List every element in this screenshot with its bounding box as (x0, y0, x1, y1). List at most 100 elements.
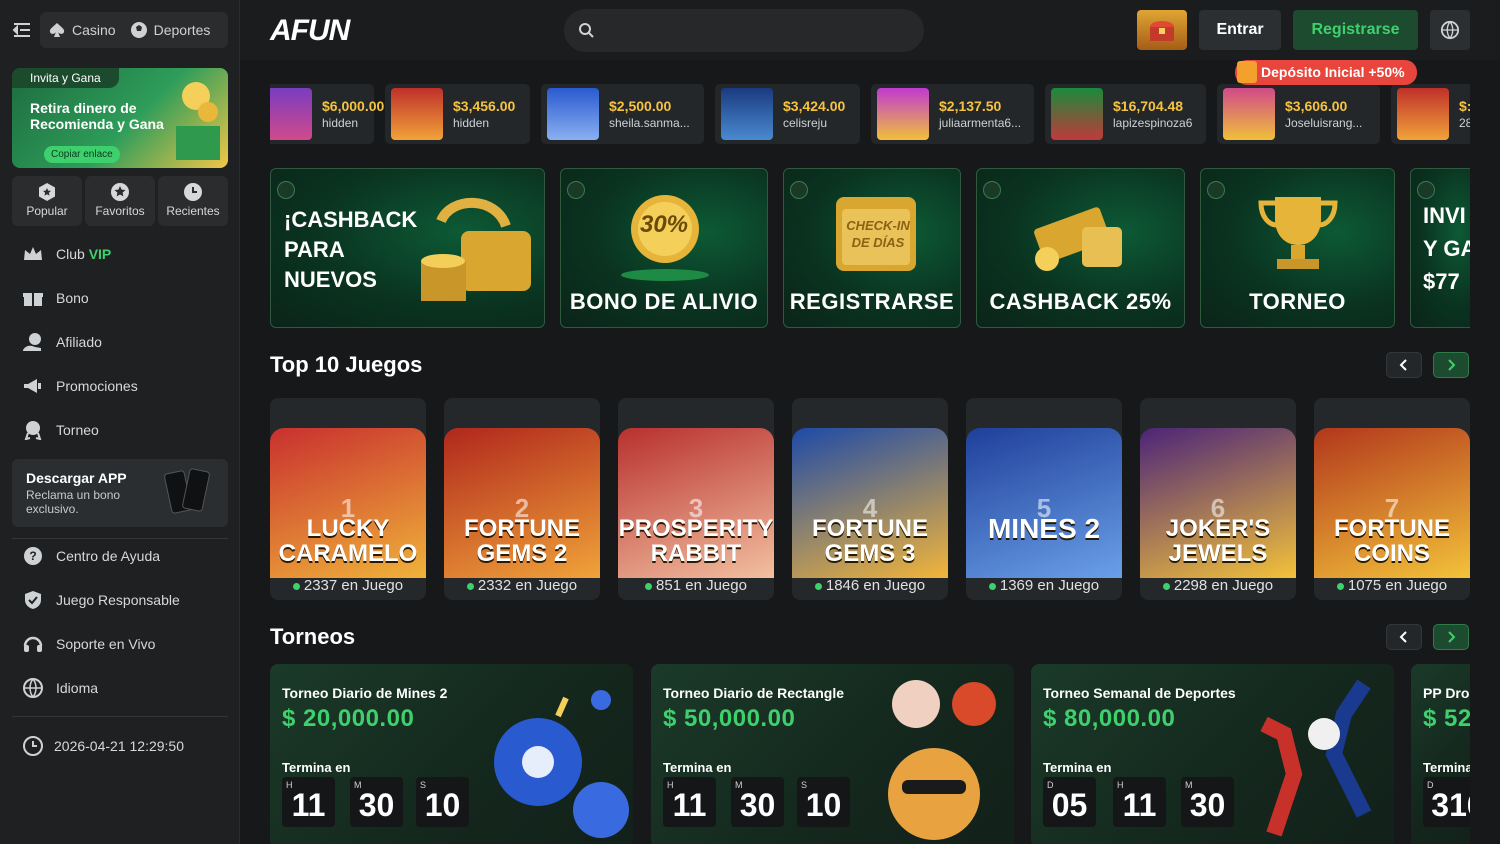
banner-title: REGISTRARSE (789, 289, 955, 314)
quick-favorites[interactable]: Favoritos (85, 176, 155, 226)
players-count: 1075 en Juego (1314, 577, 1470, 594)
cd-value: 30 (358, 787, 395, 823)
search-icon (579, 23, 594, 38)
banner-invite[interactable]: INVI Y GA $77 (1410, 168, 1470, 328)
nav-promociones[interactable]: Promociones (12, 366, 228, 406)
game-card[interactable]: 6 JOKER'S JEWELS 2298 en Juego (1140, 398, 1296, 600)
cd-value: 10 (805, 787, 842, 823)
deposit-badge-text: Depósito Inicial +50% (1261, 64, 1405, 80)
banner-relief-bonus[interactable]: 30% BONO DE ALIVIO (560, 168, 768, 328)
countdown-seconds: S 10 (416, 777, 469, 827)
hexagon-star-icon (39, 183, 55, 201)
banner-register[interactable]: CHECK-IN DE DÍAS REGISTRARSE (783, 168, 961, 328)
win-amount: $3,456.00 (453, 98, 516, 114)
game-card[interactable]: 7 FORTUNE COINS 1075 en Juego (1314, 398, 1470, 600)
countdown-days: D316 (1423, 777, 1470, 827)
tournament-card[interactable]: Torneo Semanal de Deportes $ 80,000.00 T… (1031, 664, 1394, 844)
nav-afiliado[interactable]: Afiliado (12, 322, 228, 362)
tournaments-prev-button[interactable] (1386, 624, 1422, 650)
win-item[interactable]: $2,137.50 juliaarmenta6... (871, 84, 1034, 144)
game-thumb (547, 88, 599, 140)
tab-casino-label: Casino (72, 22, 116, 38)
nav-responsible-gaming[interactable]: Juego Responsable (12, 580, 228, 620)
nav-language-label: Idioma (56, 680, 99, 696)
win-item[interactable]: $3,424.00 celisreju (715, 84, 860, 144)
quick-recent[interactable]: Recientes (158, 176, 228, 226)
game-card[interactable]: 2 FORTUNE GEMS 2 2332 en Juego (444, 398, 600, 600)
copy-link-button[interactable]: Copiar enlace (44, 146, 120, 163)
sidebar: Casino Deportes Invita y Gana Retira din… (0, 0, 240, 844)
win-item[interactable]: $: 28 (1391, 84, 1470, 144)
tournament-card[interactable]: PP Dro $ 52 Termina D316 (1411, 664, 1470, 844)
tournaments-next-button[interactable] (1433, 624, 1469, 650)
login-button[interactable]: Entrar (1199, 10, 1281, 50)
win-amount: $3,424.00 (783, 98, 846, 114)
main-content: $6,000.00 hidden $3,456.00 hidden $2,500.0… (270, 60, 1470, 844)
quick-popular[interactable]: Popular (12, 176, 82, 226)
deposit-bonus-badge[interactable]: Depósito Inicial +50% (1235, 60, 1417, 85)
game-card[interactable]: 5 MINES 2 1369 en Juego (966, 398, 1122, 600)
nav-help-label: Centro de Ayuda (56, 548, 161, 564)
nav-torneo[interactable]: Torneo (12, 410, 228, 450)
language-button[interactable] (1430, 10, 1470, 50)
win-item[interactable]: $6,000.00 hidden (270, 84, 384, 144)
top-header: AFUN Entrar Registrarse (240, 0, 1500, 60)
win-amount: $2,137.50 (939, 98, 1002, 114)
nav-promociones-label: Promociones (56, 378, 138, 394)
win-item[interactable]: $16,704.48 lapizespinoza6 (1045, 84, 1206, 144)
money-calendar-icon (1034, 207, 1122, 271)
game-card[interactable]: 4 FORTUNE GEMS 3 1846 en Juego (792, 398, 948, 600)
nav-language[interactable]: Idioma (12, 668, 228, 708)
nav-bono[interactable]: Bono (12, 278, 228, 318)
banner-tournament[interactable]: TORNEO (1200, 168, 1395, 328)
game-card[interactable]: 3 PROSPERITY RABBIT 851 en Juego (618, 398, 774, 600)
globe-icon (23, 678, 43, 698)
nav-club-vip[interactable]: Club VIP (12, 234, 228, 274)
help-icon: ? (24, 547, 42, 565)
tournament-card[interactable]: Torneo Diario de Mines 2 $ 20,000.00 Ter… (270, 664, 633, 844)
chevron-left-icon (1399, 631, 1407, 643)
gift-icon (23, 293, 43, 306)
players-count: 1846 en Juego (792, 577, 948, 594)
game-card[interactable]: 1 LUCKY CARAMELO 2337 en Juego (270, 398, 426, 600)
search-bar[interactable] (564, 9, 924, 52)
top10-prev-button[interactable] (1386, 352, 1422, 378)
tournament-prize: $ 20,000.00 (282, 705, 415, 732)
quick-recent-label: Recientes (166, 204, 220, 218)
win-item[interactable]: $3,606.00 Joseluisrang... (1217, 84, 1380, 144)
site-logo[interactable]: AFUN (270, 14, 350, 48)
cd-value: 11 (672, 787, 707, 823)
game-thumb (1223, 88, 1275, 140)
chevron-right-icon (1448, 359, 1456, 371)
cd-value: 316 (1431, 787, 1470, 823)
tab-sports[interactable]: Deportes (130, 21, 211, 39)
treasure-chest-button[interactable] (1137, 10, 1187, 50)
win-item[interactable]: $3,456.00 hidden (385, 84, 530, 144)
win-item[interactable]: $2,500.00 sheila.sanma... (541, 84, 704, 144)
megaphone-icon (24, 379, 41, 393)
countdown-days: D 05 (1043, 777, 1096, 827)
user-icon (790, 181, 808, 199)
countdown-seconds: S 10 (797, 777, 850, 827)
countdown-minutes: M 30 (350, 777, 403, 827)
nav-live-support[interactable]: Soporte en Vivo (12, 624, 228, 664)
tournament-card[interactable]: Torneo Diario de Rectangle $ 50,000.00 T… (651, 664, 1014, 844)
menu-collapse-icon[interactable] (12, 20, 32, 40)
nav-help-center[interactable]: ? Centro de Ayuda (12, 536, 228, 576)
win-user: hidden (453, 116, 490, 130)
crown-icon (24, 247, 42, 260)
tab-casino[interactable]: Casino (48, 22, 116, 38)
players-count: 1369 en Juego (966, 577, 1122, 594)
tournament-prize: $ 80,000.00 (1043, 705, 1176, 732)
download-app-card[interactable]: Descargar APP Reclama un bono exclusivo. (12, 459, 228, 527)
cd-value: 30 (739, 787, 776, 823)
register-button[interactable]: Registrarse (1293, 10, 1418, 50)
top10-next-button[interactable] (1433, 352, 1469, 378)
banner-cashback-25[interactable]: CASHBACK 25% (976, 168, 1185, 328)
invite-promo-card[interactable]: Invita y Gana Retira dinero de Recomiend… (12, 68, 228, 168)
tab-sports-label: Deportes (153, 22, 211, 38)
banner-cashback-new[interactable]: ¡CASHBACK PARA NUEVOS (270, 168, 545, 328)
banner-art-text: 30% (639, 211, 689, 238)
download-title: Descargar APP (26, 470, 127, 486)
soccer-players-icon (1260, 679, 1372, 837)
